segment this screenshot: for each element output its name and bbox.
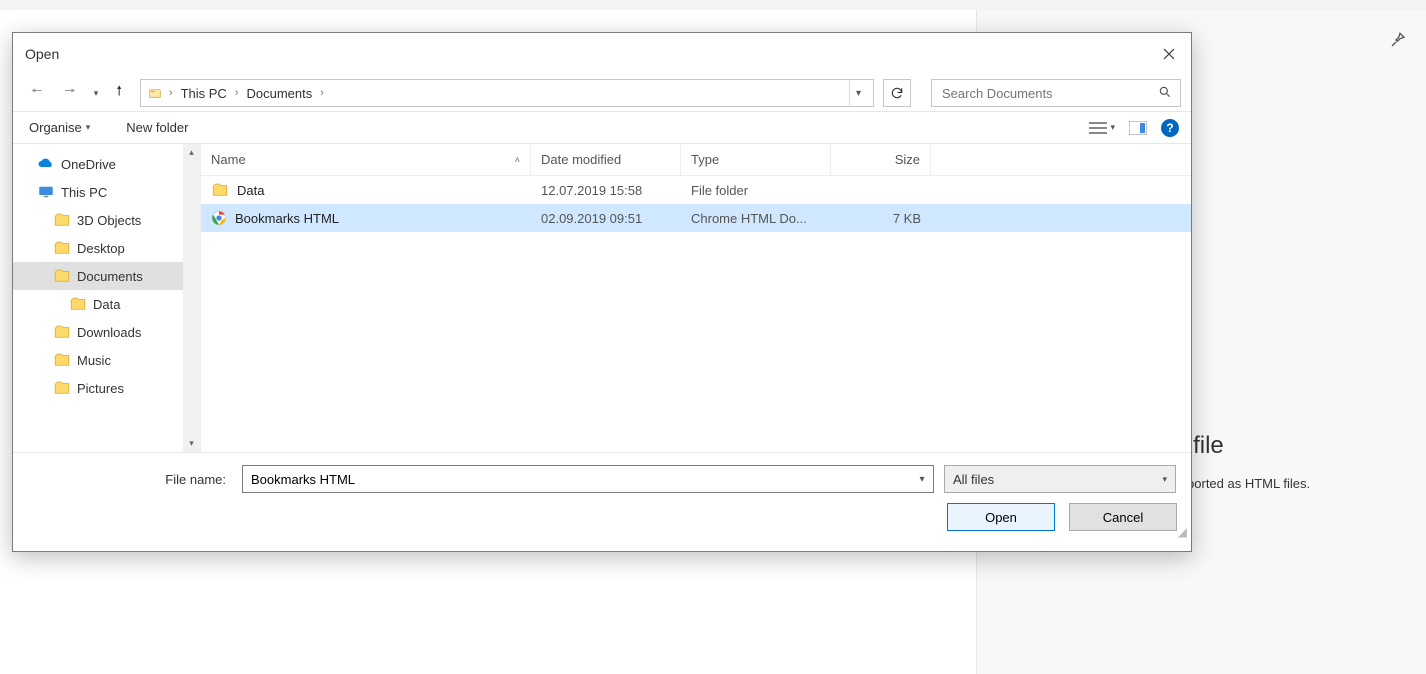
tree-item[interactable]: Pictures — [13, 374, 200, 402]
tree-item[interactable]: 3D Objects — [13, 206, 200, 234]
organise-menu[interactable]: Organise ▾ — [25, 118, 94, 137]
file-name: Bookmarks HTML — [235, 211, 339, 226]
dialog-footer: File name: ▾ All files ▾ Open Cancel ◢ — [13, 452, 1191, 543]
chevron-down-icon: ▾ — [86, 122, 91, 133]
tree-item[interactable]: Downloads — [13, 318, 200, 346]
nav-history-dropdown[interactable]: ▾ — [94, 88, 99, 99]
help-button[interactable]: ? — [1161, 119, 1179, 137]
onedrive-icon — [37, 155, 55, 173]
tree-item-label: OneDrive — [61, 157, 116, 172]
folder-dl-icon — [53, 323, 71, 341]
search-field[interactable] — [931, 79, 1181, 107]
tree-item[interactable]: OneDrive — [13, 150, 200, 178]
nav-back-button[interactable]: 🠔 — [27, 80, 46, 106]
resize-grip-icon[interactable]: ◢ — [1178, 525, 1187, 539]
chevron-down-icon: ▾ — [1162, 474, 1167, 485]
file-row[interactable]: Bookmarks HTML 02.09.2019 09:51Chrome HTM… — [201, 204, 1191, 232]
tree-item-label: This PC — [61, 185, 107, 200]
pin-icon[interactable] — [1390, 32, 1406, 51]
folder-pic-icon — [53, 379, 71, 397]
tree-item-label: Music — [77, 353, 111, 368]
chevron-down-icon: ▾ — [1110, 122, 1115, 133]
file-date: 02.09.2019 09:51 — [531, 211, 681, 226]
tree-item-label: Data — [93, 297, 120, 312]
path-dropdown[interactable]: ▾ — [849, 80, 867, 106]
tree-item-label: Downloads — [77, 325, 141, 340]
scroll-down-icon[interactable]: ▾ — [183, 435, 200, 452]
cancel-button[interactable]: Cancel — [1069, 503, 1177, 531]
folder-music-icon — [53, 351, 71, 369]
col-name[interactable]: Name ˄ — [201, 144, 531, 175]
file-date: 12.07.2019 15:58 — [531, 183, 681, 198]
chrome-icon — [211, 210, 227, 226]
file-type: File folder — [681, 183, 831, 198]
folder-doc-icon — [53, 267, 71, 285]
breadcrumb-this-pc[interactable]: This PC — [179, 84, 229, 103]
filename-dropdown[interactable]: ▾ — [911, 466, 933, 492]
chevron-icon: › — [320, 87, 324, 99]
file-name: Data — [237, 183, 264, 198]
browser-top-band — [0, 0, 1426, 10]
folder-icon — [147, 85, 163, 101]
sort-asc-icon: ˄ — [515, 155, 520, 165]
dialog-titlebar: Open — [13, 33, 1191, 75]
new-folder-button[interactable]: New folder — [122, 118, 192, 137]
col-date[interactable]: Date modified — [531, 144, 681, 175]
file-list: Name ˄ Date modified Type Size Data 12.07… — [201, 144, 1191, 452]
tree-item-label: Desktop — [77, 241, 125, 256]
folder-desktop-icon — [53, 239, 71, 257]
file-size: 7 KB — [831, 211, 931, 226]
col-size[interactable]: Size — [831, 144, 931, 175]
file-type-dropdown[interactable]: All files ▾ — [944, 465, 1176, 493]
filename-field[interactable]: ▾ — [242, 465, 934, 493]
tree-item-label: Pictures — [77, 381, 124, 396]
folder-3d-icon — [53, 211, 71, 229]
tree-item[interactable]: Music — [13, 346, 200, 374]
view-mode-button[interactable]: ▾ — [1089, 121, 1115, 135]
nav-forward-button[interactable]: 🠖 — [60, 80, 79, 106]
open-dialog: Open 🠔 🠖 ▾ 🠕 › This PC › Documents › ▾ — [12, 32, 1192, 552]
search-icon — [1158, 85, 1172, 102]
tree-item[interactable]: Documents — [13, 262, 200, 290]
preview-pane-button[interactable] — [1129, 121, 1147, 135]
scroll-up-icon[interactable]: ▴ — [183, 144, 200, 161]
breadcrumb-documents[interactable]: Documents — [244, 84, 314, 103]
column-headers: Name ˄ Date modified Type Size — [201, 144, 1191, 176]
chevron-icon: › — [169, 87, 173, 99]
file-row[interactable]: Data 12.07.2019 15:58File folder — [201, 176, 1191, 204]
filename-input[interactable] — [243, 472, 911, 487]
folder-icon — [211, 181, 229, 199]
tree-item[interactable]: This PC — [13, 178, 200, 206]
toolbar: Organise ▾ New folder ▾ ? — [13, 112, 1191, 144]
nav-tree: OneDrive This PC 3D Objects Desktop Document… — [13, 144, 201, 452]
chevron-icon: › — [235, 87, 239, 99]
tree-item[interactable]: Desktop — [13, 234, 200, 262]
open-button[interactable]: Open — [947, 503, 1055, 531]
scrollbar[interactable]: ▴ ▾ — [183, 144, 200, 452]
refresh-button[interactable] — [883, 79, 911, 107]
tree-item-label: 3D Objects — [77, 213, 141, 228]
close-button[interactable] — [1146, 39, 1191, 69]
col-type[interactable]: Type — [681, 144, 831, 175]
filename-label: File name: — [27, 472, 232, 487]
dialog-title: Open — [25, 46, 59, 62]
folder-icon — [69, 295, 87, 313]
address-bar: 🠔 🠖 ▾ 🠕 › This PC › Documents › ▾ — [13, 75, 1191, 112]
pc-icon — [37, 183, 55, 201]
path-field[interactable]: › This PC › Documents › ▾ — [140, 79, 874, 107]
nav-up-button[interactable]: 🠕 — [112, 80, 126, 106]
tree-item[interactable]: Data — [13, 290, 200, 318]
file-type: Chrome HTML Do... — [681, 211, 831, 226]
search-input[interactable] — [940, 85, 1158, 102]
tree-item-label: Documents — [77, 269, 143, 284]
